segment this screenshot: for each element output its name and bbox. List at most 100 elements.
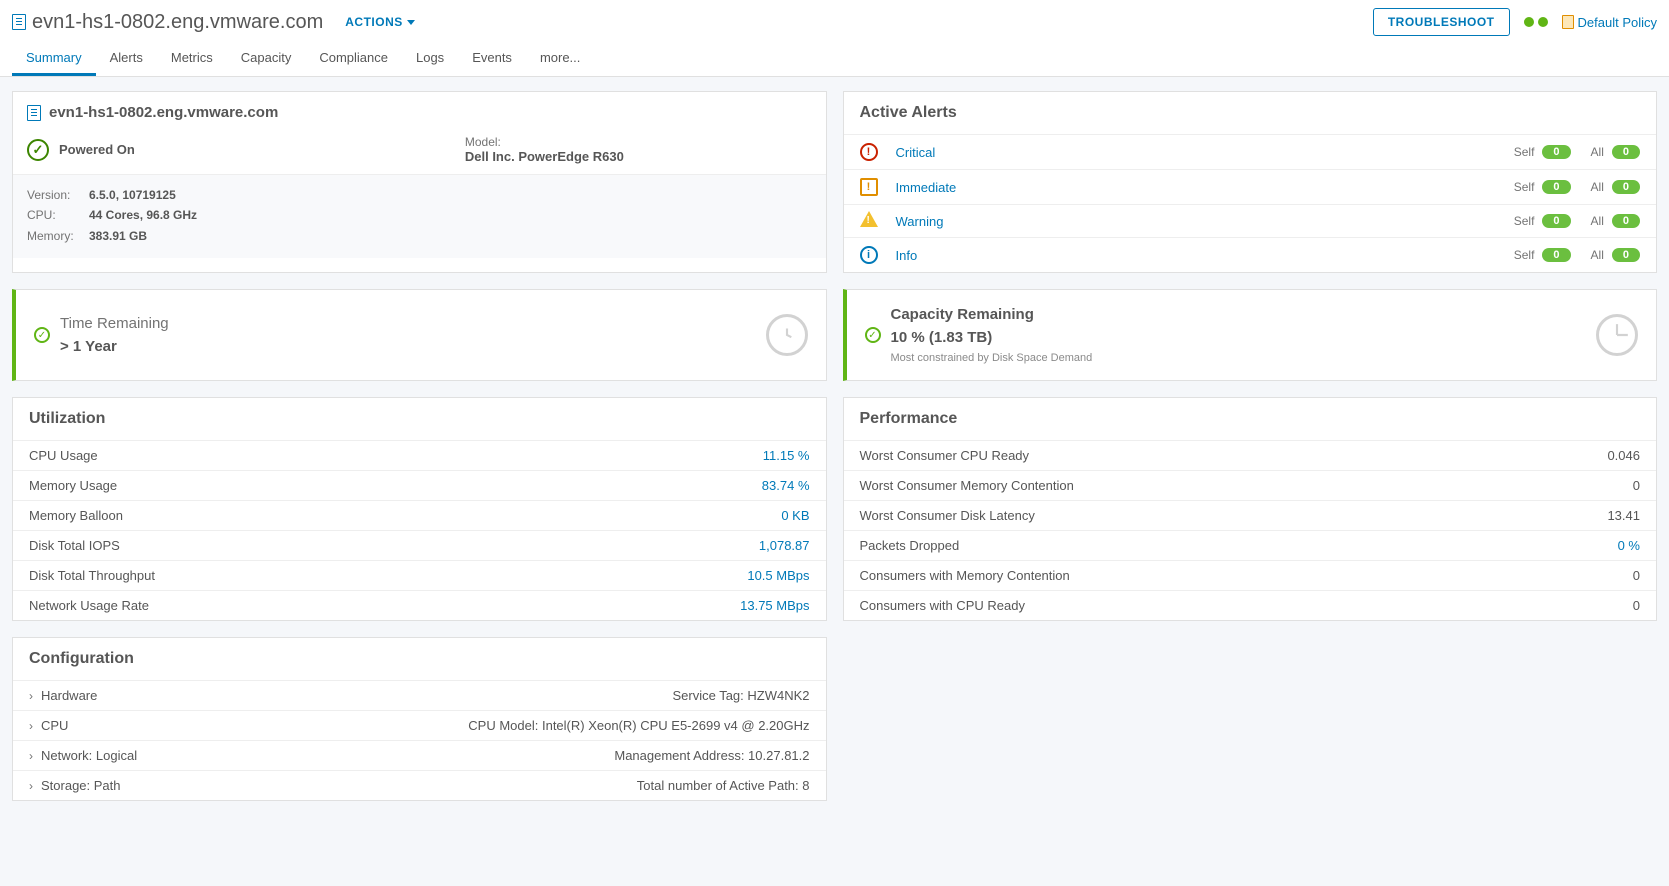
- table-row: Packets Dropped 0 %: [844, 530, 1657, 560]
- alert-link-warning[interactable]: Warning: [896, 214, 1514, 229]
- capacity-title: Capacity Remaining: [891, 306, 1597, 323]
- row-value[interactable]: 11.15 %: [763, 448, 810, 463]
- table-row: Disk Total Throughput10.5 MBps: [13, 560, 826, 590]
- tab-more[interactable]: more...: [526, 40, 594, 76]
- summary-card: evn1-hs1-0802.eng.vmware.com Powered On …: [12, 91, 827, 273]
- row-value: Total number of Active Path: 8: [637, 778, 810, 793]
- row-label: Consumers with CPU Ready: [860, 598, 1025, 613]
- table-row: Memory Balloon 0 KB: [13, 500, 826, 530]
- all-count[interactable]: 0: [1612, 248, 1640, 262]
- config-row-storage[interactable]: ›Storage: PathTotal number of Active Pat…: [13, 770, 826, 800]
- chevron-down-icon: [407, 20, 415, 25]
- row-value[interactable]: 1,078.87: [759, 538, 810, 553]
- host-icon: [12, 14, 26, 30]
- row-value: 0: [1633, 598, 1640, 613]
- config-row-network[interactable]: ›Network: LogicalManagement Address: 10.…: [13, 740, 826, 770]
- row-value: Service Tag: HZW4NK2: [672, 688, 809, 703]
- all-count[interactable]: 0: [1612, 180, 1640, 194]
- alert-link-info[interactable]: Info: [896, 248, 1514, 263]
- self-count[interactable]: 0: [1542, 180, 1570, 194]
- config-row-hardware[interactable]: ›HardwareService Tag: HZW4NK2: [13, 680, 826, 710]
- row-value: 13.41: [1607, 508, 1640, 523]
- self-count[interactable]: 0: [1542, 248, 1570, 262]
- model-value: Dell Inc. PowerEdge R630: [465, 149, 624, 164]
- active-alerts-card: Active Alerts ! Critical Self 0 All 0 ! Im…: [843, 91, 1658, 273]
- alert-row-info: i Info Self0 All0: [844, 237, 1657, 272]
- row-value: 0: [1633, 478, 1640, 493]
- spec-label: Memory:: [27, 226, 77, 246]
- all-count[interactable]: 0: [1612, 145, 1640, 159]
- row-value: CPU Model: Intel(R) Xeon(R) CPU E5-2699 …: [468, 718, 809, 733]
- critical-icon: !: [860, 143, 878, 161]
- tab-summary[interactable]: Summary: [12, 40, 96, 76]
- tab-logs[interactable]: Logs: [402, 40, 458, 76]
- row-value: 0.046: [1607, 448, 1640, 463]
- spec-label: CPU:: [27, 205, 77, 225]
- policy-label: Default Policy: [1578, 15, 1657, 30]
- tab-compliance[interactable]: Compliance: [305, 40, 402, 76]
- row-value[interactable]: 0 %: [1618, 538, 1640, 553]
- policy-icon: [1562, 15, 1574, 29]
- troubleshoot-button[interactable]: TROUBLESHOOT: [1373, 8, 1510, 36]
- clock-icon: [766, 314, 808, 356]
- utilization-card: Utilization CPU Usage11.15 % Memory Usag…: [12, 397, 827, 621]
- row-value[interactable]: 13.75 MBps: [740, 598, 809, 613]
- tab-alerts[interactable]: Alerts: [96, 40, 157, 76]
- table-row: Worst Consumer Disk Latency13.41: [844, 500, 1657, 530]
- row-label: CPU: [41, 718, 68, 733]
- table-row: Network Usage Rate 13.75 MBps: [13, 590, 826, 620]
- spec-value: 383.91 GB: [89, 226, 147, 246]
- summary-hostname: evn1-hs1-0802.eng.vmware.com: [49, 104, 278, 121]
- alert-row-immediate: ! Immediate Self0 All0: [844, 169, 1657, 204]
- capacity-remaining-card: Capacity Remaining 10 % (1.83 TB) Most c…: [843, 289, 1658, 381]
- actions-dropdown[interactable]: ACTIONS: [345, 15, 415, 29]
- model-label: Model:: [465, 135, 624, 149]
- row-label: Memory Balloon: [29, 508, 123, 523]
- status-indicators: [1524, 17, 1548, 27]
- all-label: All: [1591, 248, 1604, 262]
- pie-icon: [1596, 314, 1638, 356]
- warning-icon: [860, 213, 878, 229]
- alert-link-immediate[interactable]: Immediate: [896, 180, 1514, 195]
- row-label: Packets Dropped: [860, 538, 960, 553]
- table-row: Worst Consumer Memory Contention0: [844, 470, 1657, 500]
- self-count[interactable]: 0: [1542, 214, 1570, 228]
- self-label: Self: [1514, 214, 1535, 228]
- time-remaining-card: Time Remaining > 1 Year: [12, 289, 827, 381]
- check-icon: [34, 327, 50, 343]
- chevron-right-icon: ›: [29, 779, 33, 793]
- self-count[interactable]: 0: [1542, 145, 1570, 159]
- row-value[interactable]: 0 KB: [781, 508, 809, 523]
- config-row-cpu[interactable]: ›CPUCPU Model: Intel(R) Xeon(R) CPU E5-2…: [13, 710, 826, 740]
- alert-link-critical[interactable]: Critical: [896, 145, 1514, 160]
- capacity-value: 10 % (1.83 TB): [891, 329, 1597, 346]
- status-dot-icon: [1524, 17, 1534, 27]
- actions-label: ACTIONS: [345, 15, 403, 29]
- tab-capacity[interactable]: Capacity: [227, 40, 306, 76]
- tab-bar: Summary Alerts Metrics Capacity Complian…: [0, 40, 1669, 77]
- all-count[interactable]: 0: [1612, 214, 1640, 228]
- tab-events[interactable]: Events: [458, 40, 526, 76]
- table-row: Worst Consumer CPU Ready0.046: [844, 440, 1657, 470]
- performance-card: Performance Worst Consumer CPU Ready0.04…: [843, 397, 1658, 621]
- info-icon: i: [860, 246, 878, 264]
- all-label: All: [1591, 145, 1604, 159]
- performance-title: Performance: [844, 398, 1657, 440]
- time-remaining-value: > 1 Year: [60, 338, 766, 355]
- table-row: Memory Usage83.74 %: [13, 470, 826, 500]
- table-row: Consumers with Memory Contention0: [844, 560, 1657, 590]
- row-label: Network Usage Rate: [29, 598, 149, 613]
- row-value[interactable]: 10.5 MBps: [747, 568, 809, 583]
- row-value: 0: [1633, 568, 1640, 583]
- row-value: Management Address: 10.27.81.2: [614, 748, 809, 763]
- row-value[interactable]: 83.74 %: [762, 478, 810, 493]
- time-remaining-title: Time Remaining: [60, 315, 766, 332]
- page-header: evn1-hs1-0802.eng.vmware.com ACTIONS TRO…: [0, 0, 1669, 40]
- alert-row-critical: ! Critical Self0 All0: [844, 134, 1657, 169]
- default-policy-link[interactable]: Default Policy: [1562, 15, 1657, 30]
- model-section: Model: Dell Inc. PowerEdge R630: [465, 135, 624, 164]
- row-label: CPU Usage: [29, 448, 98, 463]
- alerts-title: Active Alerts: [844, 92, 1657, 134]
- tab-metrics[interactable]: Metrics: [157, 40, 227, 76]
- check-icon: [865, 327, 881, 343]
